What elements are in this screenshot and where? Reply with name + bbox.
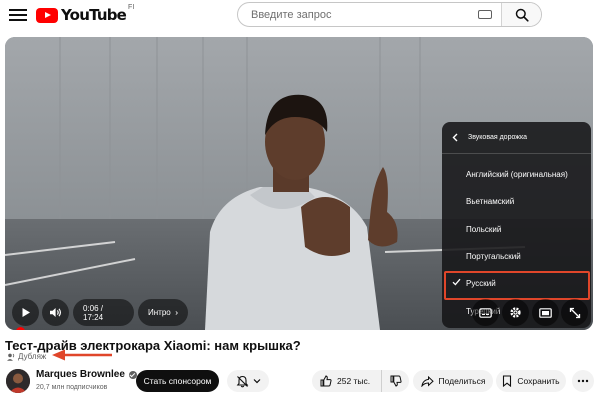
gear-icon	[510, 307, 521, 318]
video-player[interactable]: Звуковая дорожка Английский (оригинальна…	[5, 37, 593, 330]
audio-track-label: Польский	[466, 224, 502, 234]
save-label: Сохранить	[517, 376, 560, 386]
volume-icon	[50, 308, 61, 317]
share-button[interactable]: Поделиться	[413, 370, 493, 392]
dub-icon	[7, 353, 15, 361]
dislike-button[interactable]	[382, 370, 409, 392]
audio-track-vietnamese[interactable]: Вьетнамский	[442, 190, 591, 212]
chapter-button[interactable]: Интро	[138, 299, 188, 326]
audio-track-polish[interactable]: Польский	[442, 218, 591, 240]
avatar-image	[6, 369, 30, 393]
chevron-right-icon	[175, 310, 178, 315]
back-arrow-icon[interactable]	[452, 133, 458, 142]
play-button[interactable]	[12, 299, 39, 326]
audio-track-label: Вьетнамский	[466, 196, 515, 206]
thumbs-down-icon	[390, 375, 402, 387]
time-display-text: 0:06 / 17:24	[83, 303, 104, 322]
logo-region: FI	[128, 4, 135, 11]
youtube-logo[interactable]: YouTube FI	[36, 4, 135, 24]
search-icon	[515, 8, 529, 22]
channel-avatar[interactable]	[6, 369, 30, 393]
bell-off-icon	[236, 375, 248, 387]
chapter-label: Интро	[148, 308, 171, 317]
bookmark-icon	[503, 375, 512, 387]
save-button[interactable]: Сохранить	[496, 370, 566, 392]
subtitles-button[interactable]	[472, 299, 499, 326]
arrow-annotation-icon	[52, 349, 112, 361]
audio-track-portuguese[interactable]: Португальский	[442, 245, 591, 267]
play-icon	[22, 308, 30, 317]
miniplayer-icon	[539, 307, 552, 318]
channel-name[interactable]: Marques Brownlee	[36, 369, 137, 380]
fullscreen-icon	[569, 307, 580, 318]
like-count: 252 тыс.	[337, 376, 371, 386]
search-bar	[237, 2, 542, 27]
like-button[interactable]: 252 тыс.	[312, 370, 382, 392]
audio-menu-title: Звуковая дорожка	[468, 134, 528, 141]
settings-button[interactable]	[502, 299, 529, 326]
dub-badge: Дубляж	[7, 352, 46, 361]
time-display: 0:06 / 17:24	[73, 299, 134, 326]
chevron-down-icon	[253, 379, 260, 384]
subtitles-icon	[479, 307, 492, 318]
logo-text: YouTube	[61, 6, 127, 24]
search-button[interactable]	[501, 3, 541, 26]
audio-track-label: Английский (оригинальная)	[466, 169, 568, 179]
like-dislike-group: 252 тыс.	[312, 370, 409, 392]
notification-button[interactable]	[227, 370, 269, 392]
share-icon	[420, 375, 434, 387]
volume-button[interactable]	[42, 299, 69, 326]
audio-track-english[interactable]: Английский (оригинальная)	[442, 163, 591, 185]
selected-track-highlight	[444, 271, 590, 300]
youtube-play-icon	[36, 7, 58, 23]
channel-name-text: Marques Brownlee	[36, 369, 125, 380]
more-actions-button[interactable]	[572, 370, 594, 392]
dub-badge-text: Дубляж	[18, 352, 47, 361]
audio-track-label: Португальский	[466, 251, 521, 261]
miniplayer-button[interactable]	[532, 299, 559, 326]
subscriber-count: 20,7 млн подписчиков	[36, 384, 108, 391]
thumbs-up-icon	[320, 375, 332, 387]
share-label: Поделиться	[438, 376, 486, 386]
menu-icon[interactable]	[8, 6, 28, 24]
more-horizontal-icon	[577, 379, 589, 383]
search-input[interactable]	[238, 3, 478, 26]
keyboard-icon[interactable]	[478, 10, 492, 19]
fullscreen-button[interactable]	[561, 299, 588, 326]
sponsor-button[interactable]: Стать спонсором	[136, 370, 219, 392]
audio-menu-header[interactable]: Звуковая дорожка	[442, 122, 591, 154]
